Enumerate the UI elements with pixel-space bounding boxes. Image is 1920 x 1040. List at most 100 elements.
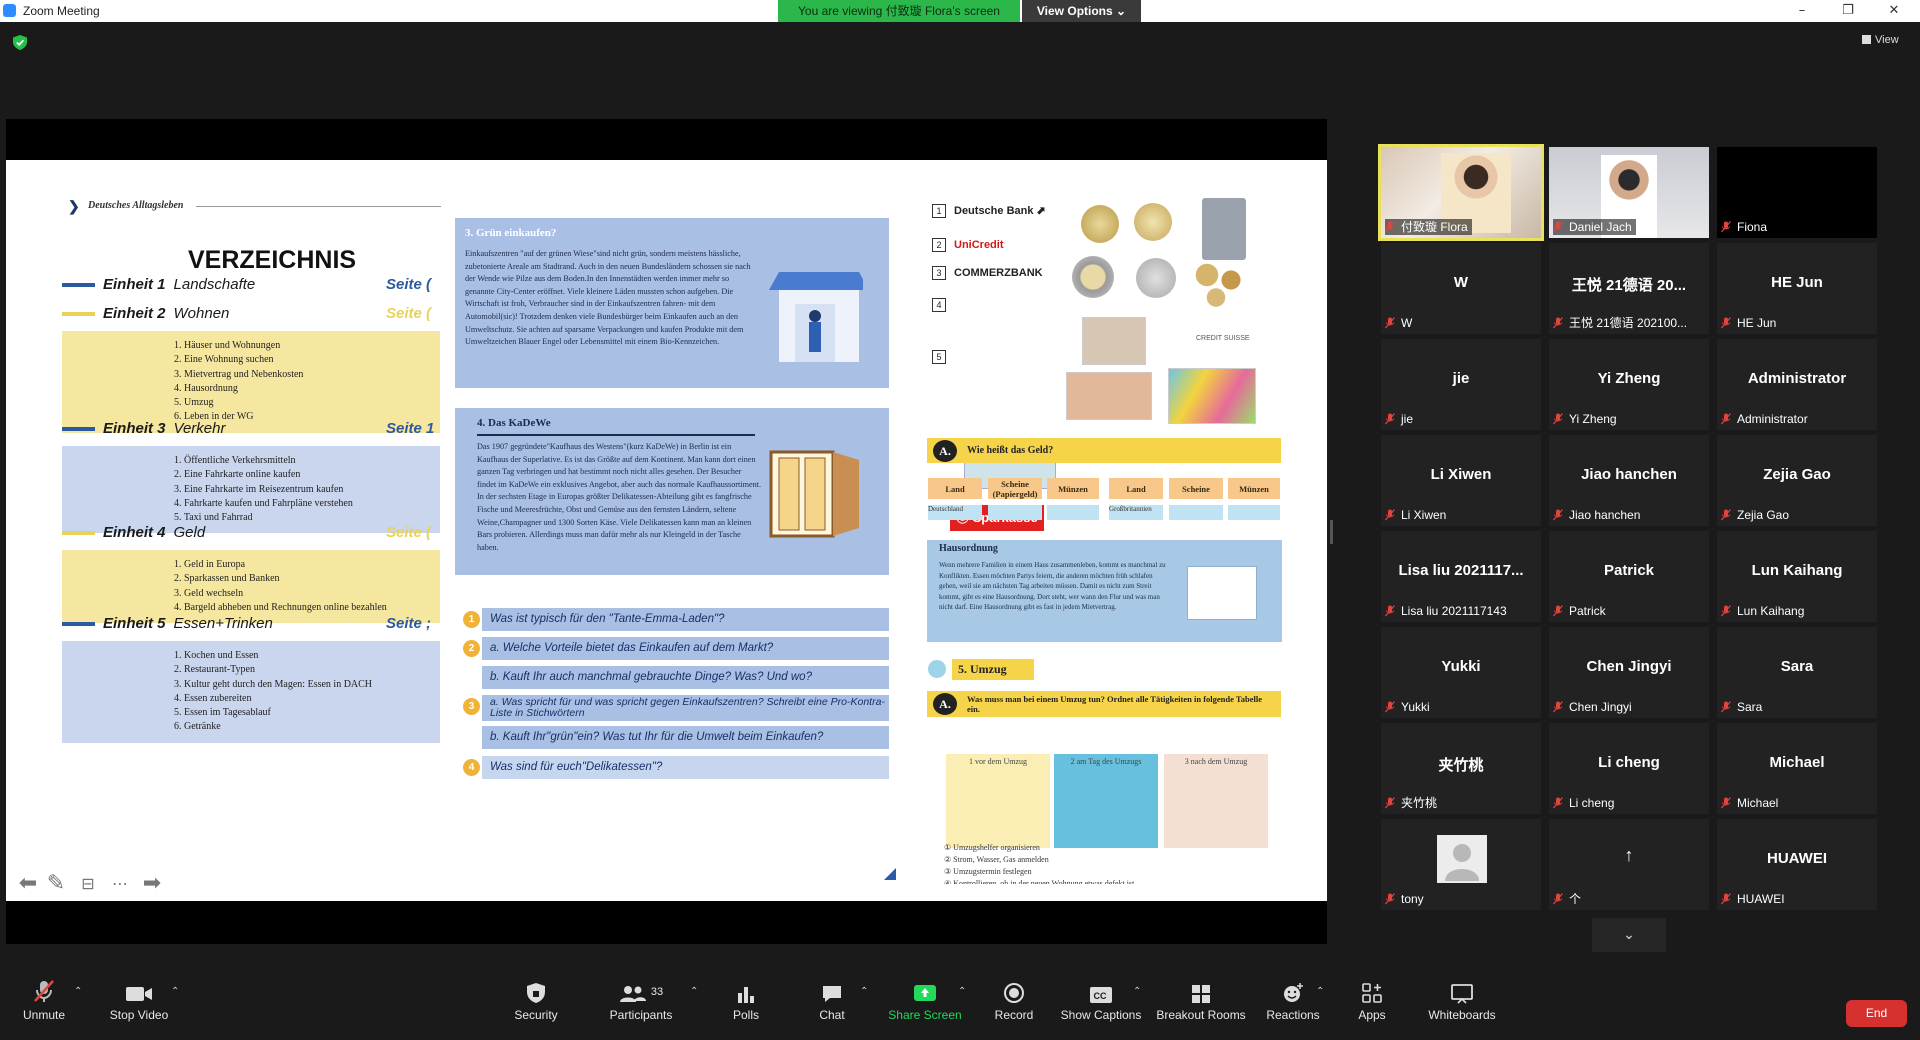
participant-tile[interactable]: Yukki Yukki	[1381, 627, 1541, 718]
breakout-rooms-label: Breakout Rooms	[1156, 1008, 1246, 1022]
minimize-button[interactable]: –	[1780, 0, 1824, 22]
view-button-label: View	[1875, 34, 1899, 46]
unmute-button[interactable]: Unmute	[14, 972, 74, 1040]
whiteboards-button[interactable]: Whiteboards	[1422, 972, 1502, 1040]
participants-count: 33	[650, 986, 664, 998]
hausordnung-box: Hausordnung Wenn mehrere Familien in ein…	[927, 540, 1282, 642]
apps-button[interactable]: Apps	[1354, 972, 1390, 1040]
polls-label: Polls	[732, 1008, 759, 1022]
umzug-question-bar: A. Was muss man bei einem Umzug tun? Ordn…	[927, 691, 1281, 717]
chat-options-caret[interactable]: ⌃	[860, 986, 868, 997]
video-options-caret[interactable]: ⌃	[171, 986, 179, 997]
umzug-column: 3 nach dem Umzug	[1164, 754, 1268, 848]
participant-tile[interactable]: Daniel Jach	[1549, 147, 1709, 238]
participant-display-name: Li Xiwen	[1430, 466, 1492, 483]
record-button[interactable]: Record	[990, 972, 1038, 1040]
money-table-cell	[988, 505, 1042, 520]
participant-tile[interactable]: Yi Zheng Yi Zheng	[1549, 339, 1709, 430]
participant-tile[interactable]: Lun Kaihang Lun Kaihang	[1717, 531, 1877, 622]
participant-tile[interactable]: Zejia Gao Zejia Gao	[1717, 435, 1877, 526]
umzug-title: 5. Umzug	[952, 659, 1034, 680]
participant-display-name: Sara	[1780, 658, 1814, 675]
split-handle[interactable]	[1330, 520, 1333, 544]
participant-display-name: HE Jun	[1771, 274, 1823, 291]
participant-name: 王悦 21德语 202100...	[1569, 316, 1688, 330]
view-options-button[interactable]: View Options ⌄	[1022, 0, 1141, 22]
record-label: Record	[994, 1008, 1034, 1022]
microphone-muted-icon	[1721, 604, 1737, 618]
participant-tile[interactable]: WW	[1381, 243, 1541, 334]
participant-tile[interactable]: jie jie	[1381, 339, 1541, 430]
captions-options-caret[interactable]: ⌃	[1133, 986, 1141, 997]
participants-options-caret[interactable]: ⌃	[690, 986, 698, 997]
microphone-muted-icon	[1385, 508, 1401, 522]
participant-tile[interactable]: 夹竹桃 夹竹桃	[1381, 723, 1541, 814]
microphone-muted-icon	[1553, 412, 1569, 426]
reactions-button[interactable]: Reactions	[1264, 972, 1322, 1040]
participant-tile[interactable]: Patrick Patrick	[1549, 531, 1709, 622]
whiteboards-label: Whiteboards	[1428, 1008, 1496, 1022]
stop-video-button[interactable]: Stop Video	[104, 972, 174, 1040]
audio-options-caret[interactable]: ⌃	[74, 986, 82, 997]
unit-color-bar	[62, 427, 95, 431]
share-options-caret[interactable]: ⌃	[958, 986, 966, 997]
more-options-icon[interactable]: ⋯	[108, 873, 132, 897]
polls-button[interactable]: Polls	[726, 972, 766, 1040]
participant-display-name: Zejia Gao	[1763, 466, 1831, 483]
participant-tile[interactable]: Sara Sara	[1717, 627, 1877, 718]
participant-tile[interactable]: Lisa liu 2021117... Lisa liu 2021117143	[1381, 531, 1541, 622]
gallery-next-page-button[interactable]: ⌄	[1592, 918, 1666, 952]
participant-tile[interactable]: Fiona	[1717, 147, 1877, 238]
participant-name: Fiona	[1737, 220, 1768, 234]
next-slide-icon[interactable]: ➡	[140, 873, 164, 897]
participant-tile[interactable]: Jiao hanchen Jiao hanchen	[1549, 435, 1709, 526]
participant-tile[interactable]: Li cheng Li cheng	[1549, 723, 1709, 814]
participant-display-name: Li cheng	[1598, 754, 1660, 771]
reactions-options-caret[interactable]: ⌃	[1316, 986, 1324, 997]
participant-tile[interactable]: Michael Michael	[1717, 723, 1877, 814]
pen-icon[interactable]: ✎	[44, 873, 68, 897]
close-button[interactable]: ✕	[1872, 0, 1916, 22]
participant-tile[interactable]: Administrator Administrator	[1717, 339, 1877, 430]
participant-tile[interactable]: 付致璇 Flora	[1378, 144, 1544, 241]
participant-tile[interactable]: HUAWEI HUAWEI	[1717, 819, 1877, 910]
previous-slide-icon[interactable]: ⬅	[16, 873, 40, 897]
end-meeting-button[interactable]: End	[1846, 1000, 1907, 1027]
lesson-item: 3. Mietvertrag und Nebenkosten	[174, 368, 304, 380]
umzug-task: ② Strom, Wasser, Gas anmelden	[944, 855, 1049, 864]
participant-tile[interactable]: tony	[1381, 819, 1541, 910]
participants-button[interactable]: 33 Participants	[605, 972, 677, 1040]
unit-heading: Einheit 3 Verkehr Seite 1	[62, 418, 440, 440]
apps-icon	[1362, 983, 1382, 1003]
show-captions-button[interactable]: CC Show Captions	[1060, 972, 1142, 1040]
security-button[interactable]: Security	[510, 972, 562, 1040]
participant-display-name: Lun Kaihang	[1751, 562, 1843, 579]
unit-name: Wohnen	[173, 305, 230, 322]
participant-tile[interactable]: 王悦 21德语 20... 王悦 21德语 202100...	[1549, 243, 1709, 334]
breakout-rooms-button[interactable]: Breakout Rooms	[1156, 972, 1246, 1040]
microphone-muted-icon	[1385, 700, 1401, 714]
zoom-logo-icon	[3, 4, 16, 17]
microphone-muted-icon	[1553, 316, 1569, 330]
participant-tile[interactable]: Chen Jingyi Chen Jingyi	[1549, 627, 1709, 718]
bank-name: COMMERZBANK	[954, 267, 1043, 279]
slides-overview-icon[interactable]: ⊟	[76, 873, 100, 897]
encryption-shield-icon[interactable]	[13, 35, 27, 50]
chat-button[interactable]: Chat	[814, 972, 850, 1040]
participant-name: Daniel Jach	[1569, 220, 1632, 234]
participant-name-label: Chen Jingyi	[1553, 699, 1636, 715]
participant-name: Lisa liu 2021117143	[1401, 604, 1507, 618]
participant-tile[interactable]: HE Jun HE Jun	[1717, 243, 1877, 334]
show-captions-label: Show Captions	[1060, 1008, 1142, 1022]
share-screen-button[interactable]: Share Screen	[888, 972, 962, 1040]
bank-entry: 1 Deutsche Bank ⬈	[932, 204, 1046, 218]
restore-button[interactable]: ❐	[1826, 0, 1870, 22]
money-table-cell	[1228, 505, 1280, 520]
lesson-item: 4. Essen zubereiten	[174, 692, 252, 704]
bank-number: 2	[932, 238, 946, 252]
participant-tile[interactable]: Li Xiwen Li Xiwen	[1381, 435, 1541, 526]
lesson-item: 2. Eine Wohnung suchen	[174, 354, 274, 366]
participant-name: Yukki	[1401, 700, 1430, 714]
participant-tile[interactable]: ↑ 个	[1549, 819, 1709, 910]
view-button[interactable]: View	[1862, 34, 1899, 46]
